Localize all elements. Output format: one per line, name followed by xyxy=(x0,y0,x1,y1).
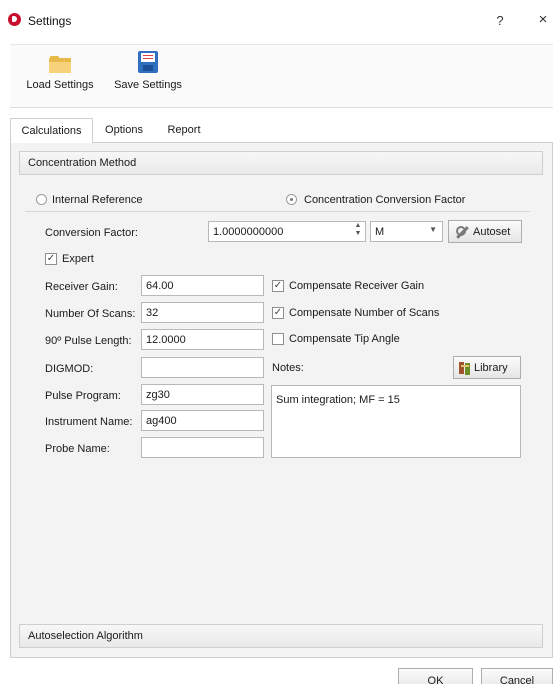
autoset-button[interactable]: Autoset xyxy=(448,220,522,243)
concentration-method-header[interactable]: Concentration Method xyxy=(19,151,543,175)
save-settings-label: Save Settings xyxy=(114,79,182,91)
library-label: Library xyxy=(474,362,508,374)
app-icon xyxy=(8,13,21,26)
pulse-program-label: Pulse Program: xyxy=(45,390,121,402)
receiver-gain-input[interactable]: 64.00 xyxy=(141,275,264,296)
instrument-name-input[interactable]: ag400 xyxy=(141,410,264,431)
tab-calculations[interactable]: Calculations xyxy=(10,118,93,143)
tab-report[interactable]: Report xyxy=(162,118,206,142)
probe-name-input[interactable] xyxy=(141,437,264,458)
number-of-scans-input[interactable]: 32 xyxy=(141,302,264,323)
internal-reference-label: Internal Reference xyxy=(52,194,143,206)
instrument-name-label: Instrument Name: xyxy=(45,416,133,428)
autoset-label: Autoset xyxy=(473,226,511,238)
cancel-button[interactable]: Cancel xyxy=(481,668,553,684)
divider xyxy=(25,211,530,212)
expert-label: Expert xyxy=(62,253,94,265)
pulse-length-input[interactable]: 12.0000 xyxy=(141,329,264,350)
notes-textarea[interactable]: Sum integration; MF = 15 xyxy=(271,385,521,458)
compensate-number-of-scans-label: Compensate Number of Scans xyxy=(289,307,440,319)
compensate-receiver-gain-label: Compensate Receiver Gain xyxy=(289,280,425,292)
tab-options[interactable]: Options xyxy=(102,118,146,142)
number-of-scans-label: Number Of Scans: xyxy=(45,308,136,320)
title-bar: Settings ? × xyxy=(0,0,553,44)
window-title: Settings xyxy=(28,14,72,28)
save-disk-icon xyxy=(138,51,158,73)
receiver-gain-label: Receiver Gain: xyxy=(45,281,118,293)
load-settings-label: Load Settings xyxy=(26,79,94,91)
chevron-down-icon: ▼ xyxy=(429,225,437,234)
internal-reference-radio[interactable] xyxy=(36,194,47,205)
books-icon xyxy=(459,361,471,375)
load-settings-button[interactable]: Load Settings xyxy=(24,51,96,91)
compensate-number-of-scans-checkbox[interactable]: ✓ xyxy=(272,307,284,319)
save-settings-button[interactable]: Save Settings xyxy=(110,51,186,91)
toolbar: Load Settings Save Settings xyxy=(10,44,553,108)
help-button[interactable]: ? xyxy=(492,13,508,29)
autoselection-algorithm-header[interactable]: Autoselection Algorithm xyxy=(19,624,543,648)
digmod-label: DIGMOD: xyxy=(45,363,94,375)
unit-select[interactable]: M ▼ xyxy=(370,221,443,242)
probe-name-label: Probe Name: xyxy=(45,443,110,455)
wrench-icon xyxy=(455,225,470,240)
digmod-input[interactable] xyxy=(141,357,264,378)
compensate-receiver-gain-checkbox[interactable]: ✓ xyxy=(272,280,284,292)
pulse-length-label: 90º Pulse Length: xyxy=(45,335,132,347)
compensate-tip-angle-label: Compensate Tip Angle xyxy=(289,333,400,345)
close-button[interactable]: × xyxy=(534,11,552,29)
conversion-factor-option-label: Concentration Conversion Factor xyxy=(304,194,466,206)
folder-icon xyxy=(49,56,71,73)
pulse-program-input[interactable]: zg30 xyxy=(141,384,264,405)
conversion-factor-label: Conversion Factor: xyxy=(45,227,138,239)
conversion-factor-radio[interactable] xyxy=(286,194,297,205)
compensate-tip-angle-checkbox[interactable] xyxy=(272,333,284,345)
conversion-factor-input[interactable]: 1.0000000000 xyxy=(208,221,366,242)
notes-label: Notes: xyxy=(272,362,304,374)
tab-bar: Calculations Options Report xyxy=(10,118,553,143)
library-button[interactable]: Library xyxy=(453,356,521,379)
ok-button[interactable]: OK xyxy=(398,668,473,684)
conversion-factor-spinner[interactable]: ▲ ▼ xyxy=(352,222,364,242)
expert-checkbox[interactable]: ✓ xyxy=(45,253,57,265)
unit-select-value: M xyxy=(375,226,385,238)
